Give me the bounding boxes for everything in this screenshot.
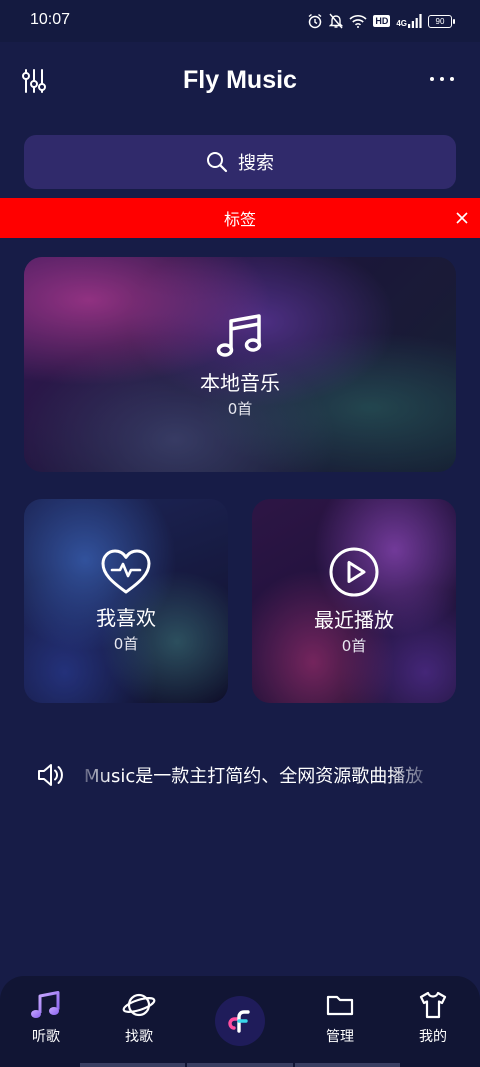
announcement-marquee: Music是一款主打简约、全网资源歌曲播放 xyxy=(36,760,440,790)
home-indicator xyxy=(80,1063,400,1067)
network-type: 4G xyxy=(396,19,407,28)
notice-close-button[interactable] xyxy=(454,210,470,226)
tshirt-icon xyxy=(419,991,447,1019)
close-icon xyxy=(456,212,468,224)
music-note-icon xyxy=(216,313,262,357)
announcement-text: Music是一款主打简约、全网资源歌曲播放 xyxy=(84,766,424,787)
more-button[interactable] xyxy=(430,72,458,86)
signal-icon: 4G xyxy=(396,14,422,28)
status-time: 10:07 xyxy=(30,11,71,28)
nav-label-listen: 听歌 xyxy=(32,1029,60,1045)
local-music-card[interactable]: 本地音乐 0首 xyxy=(24,257,456,472)
search-icon xyxy=(207,152,228,173)
more-dots-icon xyxy=(430,77,434,81)
planet-icon xyxy=(122,993,156,1017)
hd-badge: HD xyxy=(373,15,391,27)
status-bar: 10:07 HD 4G 90 xyxy=(0,0,480,42)
nav-center-logo-button[interactable] xyxy=(215,996,265,1046)
wifi-icon xyxy=(349,15,367,28)
top-bar: Fly Music xyxy=(0,42,480,122)
nav-item-manage[interactable]: 管理 xyxy=(300,990,380,1046)
recent-played-title: 最近播放 xyxy=(314,608,394,632)
recent-played-card[interactable]: 最近播放 0首 xyxy=(252,499,456,703)
battery-indicator: 90 xyxy=(428,14,455,28)
search-label: 搜索 xyxy=(238,153,274,174)
nav-item-me[interactable]: 我的 xyxy=(393,990,473,1046)
local-music-count: 0首 xyxy=(227,399,253,418)
status-icons: HD 4G 90 xyxy=(307,12,455,30)
nav-item-find[interactable]: 找歌 xyxy=(99,990,179,1046)
nav-label-me: 我的 xyxy=(419,1029,447,1045)
search-bar[interactable]: 搜索 xyxy=(24,135,456,189)
alarm-icon xyxy=(308,13,322,29)
play-circle-icon xyxy=(329,547,379,597)
recent-played-count: 0首 xyxy=(341,637,367,655)
notice-text: 标签 xyxy=(223,210,256,229)
speaker-icon xyxy=(38,764,63,786)
nav-item-listen[interactable]: 听歌 xyxy=(6,990,86,1046)
heart-pulse-icon xyxy=(101,549,151,594)
favorites-title: 我喜欢 xyxy=(96,606,156,630)
app-logo-icon xyxy=(228,1010,250,1033)
mute-bell-icon xyxy=(329,13,344,29)
bottom-nav: 听歌 找歌 管理 我的 xyxy=(0,976,480,1067)
nav-label-find: 找歌 xyxy=(125,1029,153,1045)
folder-icon xyxy=(326,995,354,1016)
favorites-card[interactable]: 我喜欢 0首 xyxy=(24,499,228,703)
local-music-title: 本地音乐 xyxy=(200,370,280,395)
notice-bar: 标签 xyxy=(0,198,480,238)
music-note-icon xyxy=(31,991,60,1018)
app-title: Fly Music xyxy=(183,66,297,94)
favorites-count: 0首 xyxy=(113,635,139,653)
nav-label-manage: 管理 xyxy=(326,1029,354,1045)
